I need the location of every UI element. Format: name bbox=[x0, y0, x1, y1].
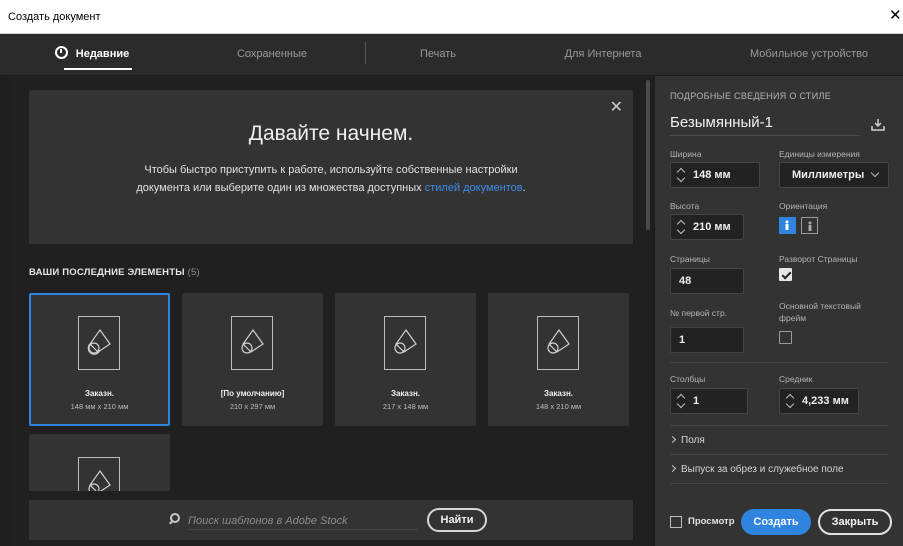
columns-field[interactable]: 1 bbox=[670, 388, 748, 414]
recent-item[interactable]: [По умолчанию] 210 x 297 мм bbox=[182, 293, 323, 426]
recent-item-name: Заказн. bbox=[390, 389, 421, 398]
orientation-label: Ориентация bbox=[779, 201, 828, 211]
welcome-close-icon[interactable]: ✕ bbox=[610, 97, 623, 117]
search-icon bbox=[170, 513, 180, 523]
recent-items-grid: Заказн. 148 мм x 210 мм [По умолчанию] 2… bbox=[29, 293, 641, 491]
recent-item-name: Заказн. bbox=[84, 389, 115, 398]
portrait-orientation-icon[interactable] bbox=[779, 217, 796, 234]
tab-mobile[interactable]: Мобильное устройство bbox=[738, 34, 880, 76]
bleed-slug-expander[interactable]: Выпуск за обрез и служебное поле bbox=[668, 464, 844, 475]
window-close-icon[interactable]: ✕ bbox=[889, 7, 903, 25]
tab-web[interactable]: Для Интернета bbox=[548, 34, 658, 76]
close-button[interactable]: Закрыть bbox=[818, 509, 892, 535]
pages-field[interactable]: 48 bbox=[670, 268, 744, 294]
panel-divider bbox=[670, 362, 888, 363]
document-preset-icon bbox=[231, 316, 273, 370]
units-value: Миллиметры bbox=[792, 169, 865, 181]
chevron-right-icon bbox=[668, 435, 677, 444]
pages-label: Страницы bbox=[670, 254, 710, 264]
tab-recent[interactable]: Недавние bbox=[44, 34, 140, 76]
recent-item-name: Заказн. bbox=[543, 389, 574, 398]
recent-item-size: 148 x 210 мм bbox=[535, 402, 582, 411]
gutter-label: Средник bbox=[779, 374, 813, 384]
document-preset-icon bbox=[78, 316, 120, 370]
first-page-label: № первой стр. bbox=[670, 308, 728, 318]
preview-checkbox[interactable] bbox=[670, 516, 682, 528]
preview-label: Просмотр bbox=[688, 516, 735, 527]
active-tab-underline bbox=[64, 68, 132, 70]
document-preset-icon bbox=[78, 457, 120, 491]
stock-search-input[interactable] bbox=[188, 512, 418, 530]
recent-items-title: ВАШИ ПОСЛЕДНИЕ ЭЛЕМЕНТЫ (5) bbox=[29, 267, 200, 278]
units-select[interactable]: Миллиметры bbox=[779, 162, 889, 188]
primary-text-frame-label: Основной текстовый фрейм bbox=[779, 301, 861, 323]
recent-items-count: (5) bbox=[187, 267, 200, 278]
height-value: 210 мм bbox=[693, 221, 731, 233]
bleed-slug-label: Выпуск за обрез и служебное поле bbox=[681, 464, 844, 475]
chevron-down-icon bbox=[870, 168, 880, 178]
main-scrollbar[interactable] bbox=[646, 80, 650, 230]
presets-link[interactable]: стилей документов bbox=[425, 182, 523, 194]
recent-items-title-text: ВАШИ ПОСЛЕДНИЕ ЭЛЕМЕНТЫ bbox=[29, 267, 185, 278]
columns-value: 1 bbox=[693, 395, 700, 407]
save-preset-icon[interactable] bbox=[870, 118, 886, 132]
chevron-right-icon bbox=[668, 464, 677, 473]
margins-expander[interactable]: Поля bbox=[668, 435, 705, 446]
landscape-orientation-icon[interactable] bbox=[801, 217, 818, 234]
welcome-text: Чтобы быстро приступить к работе, исполь… bbox=[119, 161, 543, 197]
facing-pages-checkbox[interactable] bbox=[779, 268, 792, 281]
window-titlebar: Создать документ ✕ bbox=[0, 0, 903, 34]
stock-search-bar: Найти bbox=[29, 500, 633, 540]
gutter-field[interactable]: 4,233 мм bbox=[779, 388, 859, 414]
height-stepper-icon[interactable] bbox=[677, 219, 685, 235]
columns-stepper-icon[interactable] bbox=[677, 393, 685, 409]
width-label: Ширина bbox=[670, 149, 702, 159]
preset-tabs: Недавние Сохраненные Печать Для Интернет… bbox=[0, 34, 903, 76]
document-preset-icon bbox=[384, 316, 426, 370]
first-page-field[interactable]: 1 bbox=[670, 327, 744, 353]
margins-label: Поля bbox=[681, 435, 705, 446]
height-field[interactable]: 210 мм bbox=[670, 214, 744, 240]
panel-divider bbox=[670, 454, 888, 455]
preset-details-panel: ПОДРОБНЫЕ СВЕДЕНИЯ О СТИЛЕ Безымянный-1 … bbox=[655, 76, 903, 546]
tab-print[interactable]: Печать bbox=[398, 34, 478, 76]
find-button[interactable]: Найти bbox=[427, 508, 487, 532]
facing-pages-label: Разворот Страницы bbox=[779, 254, 858, 264]
document-preset-icon bbox=[537, 316, 579, 370]
width-stepper-icon[interactable] bbox=[677, 167, 685, 183]
height-label: Высота bbox=[670, 201, 700, 211]
recent-item-size: 210 x 297 мм bbox=[229, 402, 276, 411]
welcome-banner: ✕ Давайте начнем. Чтобы быстро приступит… bbox=[29, 90, 633, 244]
recent-item-size: 217 x 148 мм bbox=[382, 402, 429, 411]
welcome-text-end: . bbox=[522, 182, 526, 194]
recent-item[interactable] bbox=[29, 434, 170, 491]
recent-item[interactable]: Заказн. 148 мм x 210 мм bbox=[29, 293, 170, 426]
preset-details-title: ПОДРОБНЫЕ СВЕДЕНИЯ О СТИЛЕ bbox=[670, 91, 831, 101]
units-label: Единицы измерения bbox=[779, 149, 860, 159]
width-field[interactable]: 148 мм bbox=[670, 162, 760, 188]
recent-item[interactable]: Заказн. 217 x 148 мм bbox=[335, 293, 476, 426]
panel-divider bbox=[670, 425, 888, 426]
welcome-heading: Давайте начнем. bbox=[248, 122, 414, 145]
panel-divider bbox=[670, 483, 888, 484]
primary-text-frame-checkbox[interactable] bbox=[779, 331, 792, 344]
tab-recent-label: Недавние bbox=[75, 48, 130, 60]
tab-saved[interactable]: Сохраненные bbox=[222, 34, 322, 76]
tab-separator bbox=[365, 42, 366, 64]
gutter-stepper-icon[interactable] bbox=[786, 393, 794, 409]
recent-item-name: [По умолчанию] bbox=[220, 389, 285, 398]
gutter-value: 4,233 мм bbox=[802, 395, 849, 407]
document-name-field[interactable]: Безымянный-1 bbox=[670, 114, 860, 136]
width-value: 148 мм bbox=[693, 169, 731, 181]
create-button[interactable]: Создать bbox=[741, 509, 811, 535]
recent-item-size: 148 мм x 210 мм bbox=[70, 402, 129, 411]
recent-item[interactable]: Заказн. 148 x 210 мм bbox=[488, 293, 629, 426]
columns-label: Столбцы bbox=[670, 374, 706, 384]
clock-icon bbox=[54, 46, 68, 59]
window-title: Создать документ bbox=[8, 11, 101, 23]
